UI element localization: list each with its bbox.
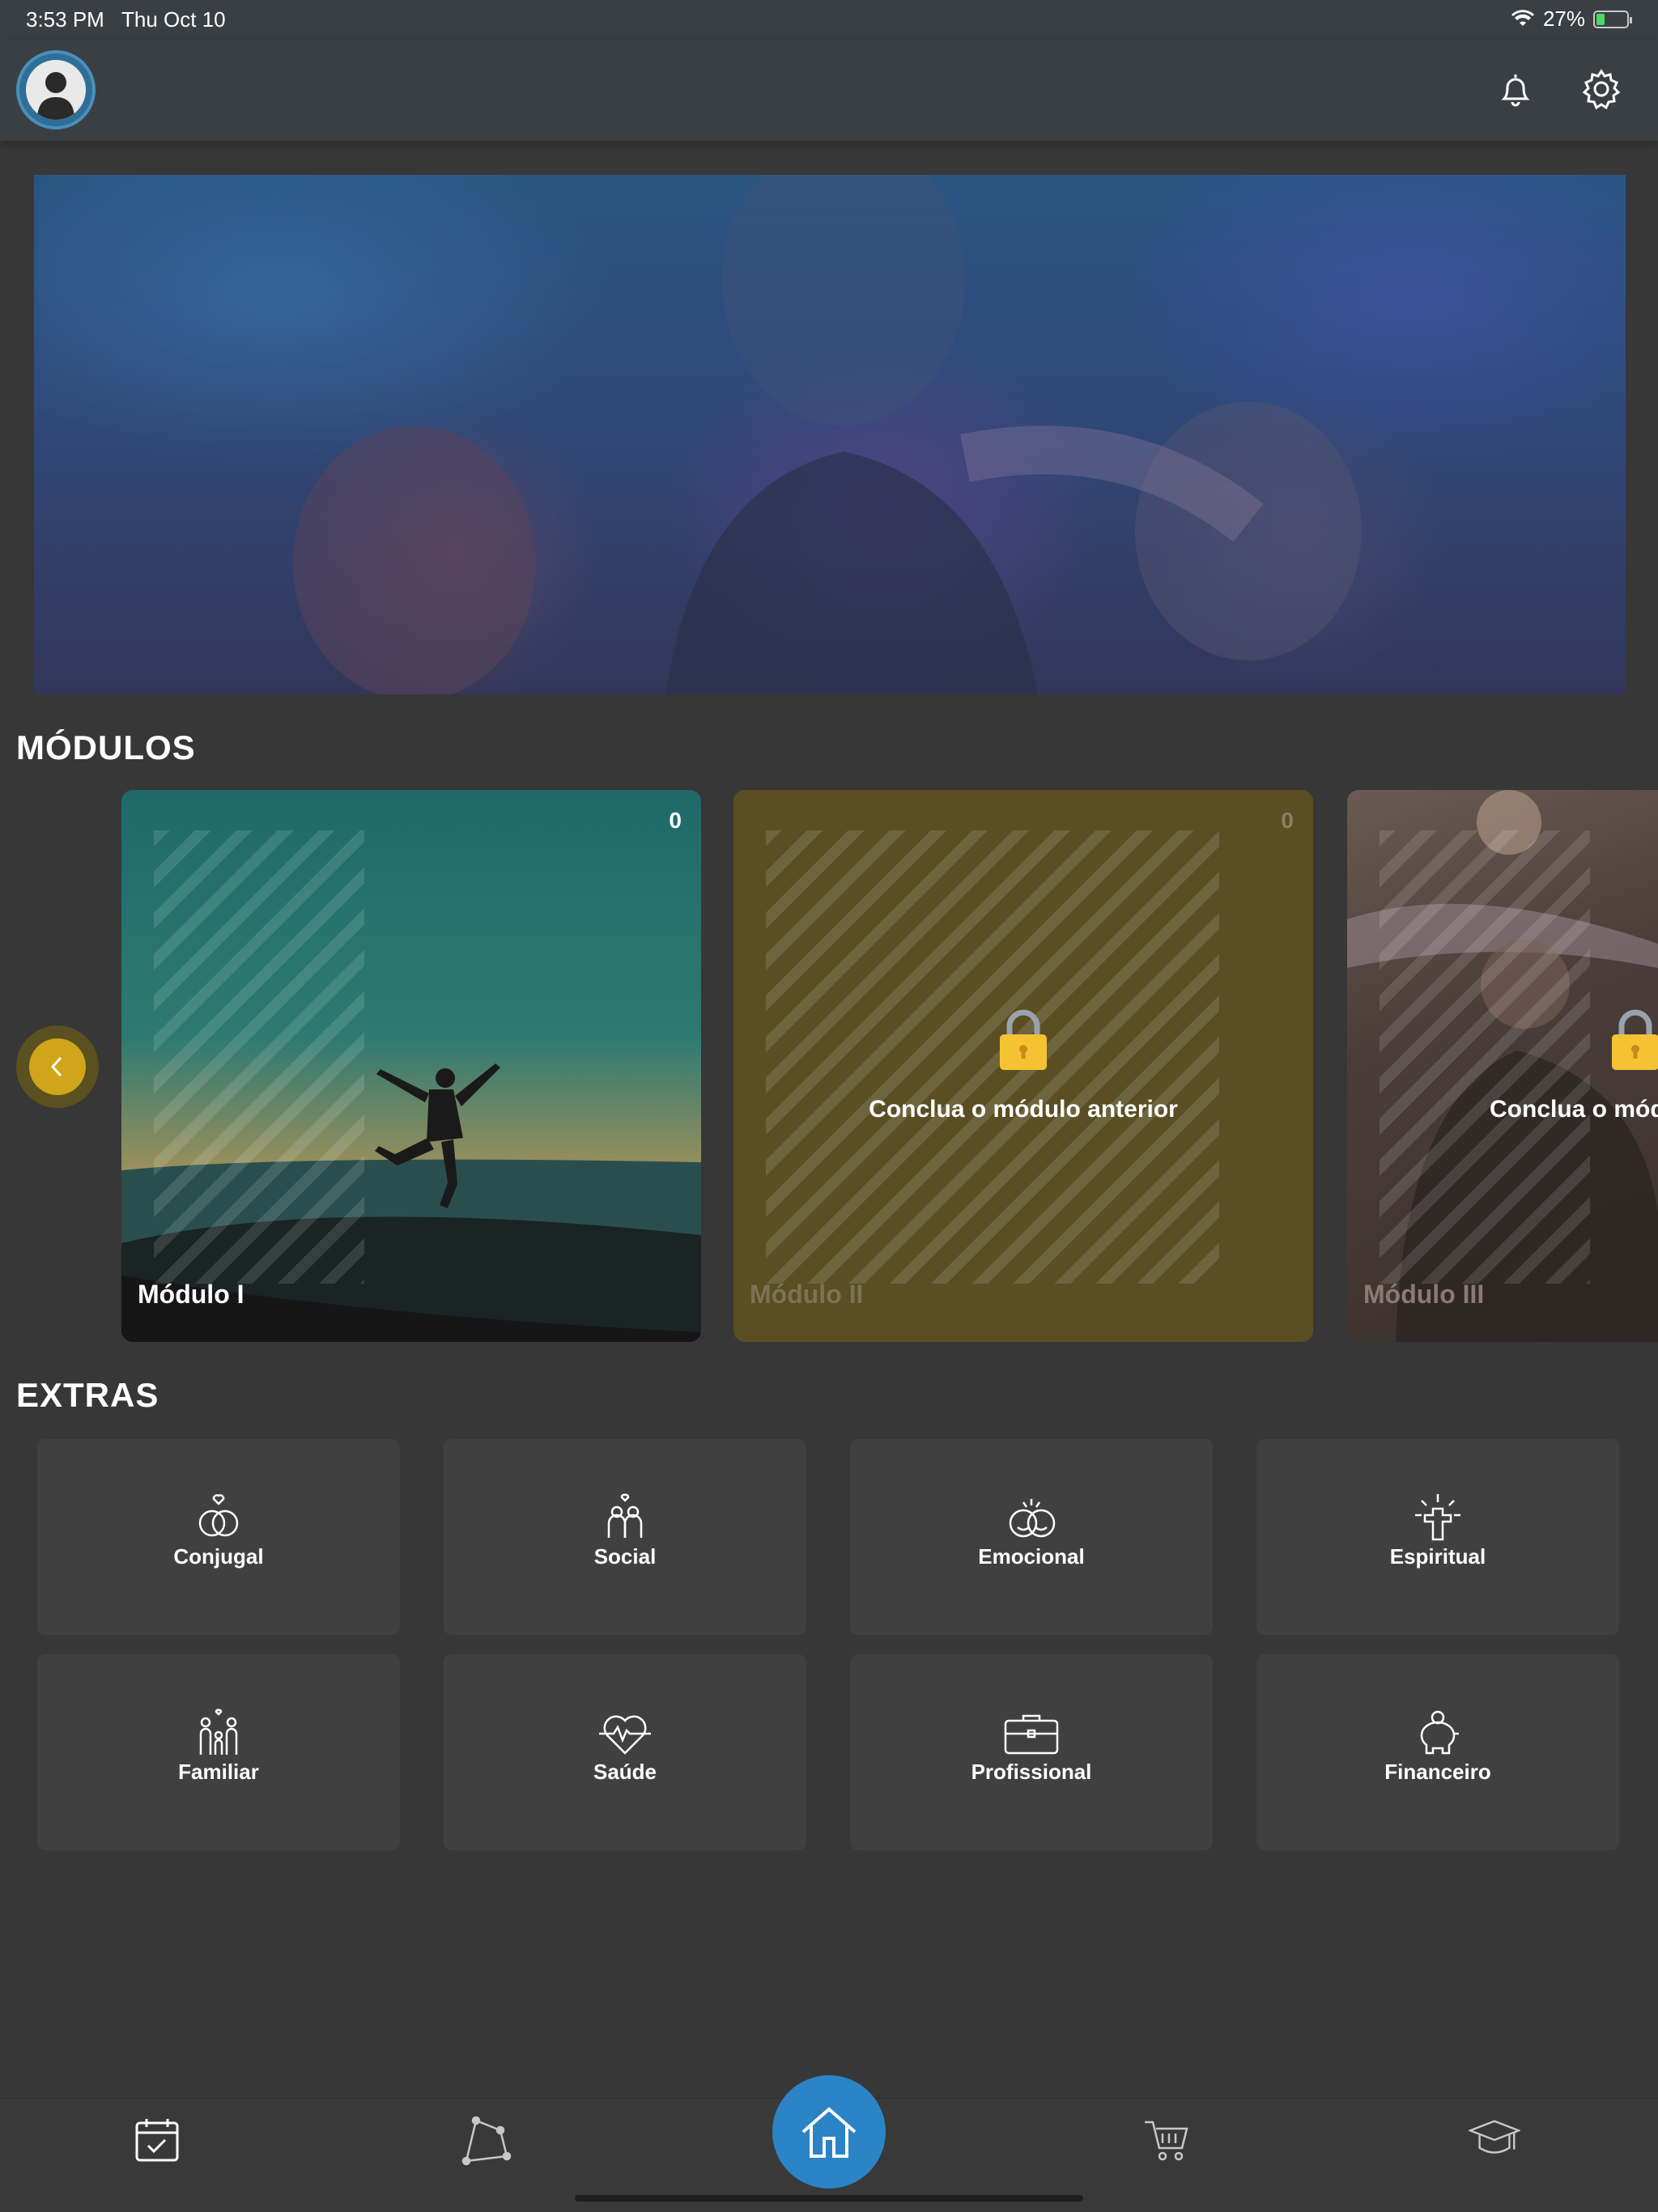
- home-icon: [801, 2107, 857, 2158]
- module-title: Módulo I: [138, 1280, 244, 1309]
- rings-icon: [198, 1494, 239, 1537]
- extra-tile-espiritual[interactable]: Espiritual: [1256, 1439, 1619, 1635]
- extra-tile-familiar[interactable]: Familiar: [37, 1654, 400, 1850]
- modules-title: MÓDULOS: [16, 728, 196, 766]
- extra-label: Familiar: [178, 1760, 259, 1784]
- battery-icon: [1593, 10, 1632, 28]
- extra-label: Conjugal: [173, 1544, 264, 1569]
- cart-icon[interactable]: [1140, 2114, 1192, 2166]
- gear-icon[interactable]: [1575, 63, 1627, 115]
- card-stripes: [766, 830, 1219, 1284]
- module-lock-message: Conclua o módulo anterior: [1490, 1096, 1658, 1123]
- extra-label: Profissional: [971, 1760, 1092, 1784]
- status-bar: 3:53 PM Thu Oct 10 27%: [0, 0, 1658, 39]
- extra-tile-financeiro[interactable]: Financeiro: [1256, 1654, 1619, 1850]
- piggy-bank-icon: [1420, 1710, 1459, 1755]
- module-card-3[interactable]: Conclua o módulo anterior Módulo III: [1347, 790, 1658, 1342]
- status-date: Thu Oct 10: [121, 7, 226, 32]
- hero-banner[interactable]: [34, 175, 1626, 694]
- lock-icon: [1612, 1009, 1658, 1070]
- extras-title: EXTRAS: [16, 1376, 159, 1414]
- extra-tile-emocional[interactable]: Emocional: [850, 1439, 1213, 1635]
- status-time: 3:53 PM: [26, 7, 104, 32]
- people-icon: [607, 1493, 643, 1538]
- extra-label: Espiritual: [1389, 1544, 1486, 1569]
- extra-label: Social: [593, 1544, 657, 1569]
- user-avatar-icon: [26, 60, 86, 120]
- banner-overlay: [34, 175, 1626, 694]
- battery-percent: 27%: [1542, 6, 1585, 31]
- network-icon[interactable]: [460, 2114, 512, 2166]
- extra-tile-profissional[interactable]: Profissional: [850, 1654, 1213, 1850]
- extra-tile-saude[interactable]: Saúde: [444, 1654, 806, 1850]
- card-stripes: [1380, 830, 1590, 1284]
- graduation-cap-icon[interactable]: [1469, 2114, 1520, 2166]
- module-card-1[interactable]: 0 Módulo I: [121, 790, 701, 1342]
- carousel-prev-button[interactable]: [16, 1025, 99, 1108]
- extra-tile-conjugal[interactable]: Conjugal: [37, 1439, 400, 1635]
- extra-label: Saúde: [593, 1760, 657, 1784]
- top-bar: [0, 39, 1658, 141]
- status-right: 27%: [1511, 6, 1632, 32]
- family-icon: [199, 1709, 238, 1755]
- lock-icon: [1000, 1009, 1047, 1070]
- module-lock-message: Conclua o módulo anterior: [869, 1096, 1178, 1123]
- heart-pulse-icon: [599, 1715, 651, 1755]
- cross-icon: [1415, 1494, 1460, 1541]
- module-count: 0: [1281, 808, 1294, 833]
- module-title: Módulo II: [750, 1280, 864, 1309]
- wifi-icon: [1511, 9, 1534, 26]
- faces-icon: [1009, 1499, 1056, 1538]
- module-title: Módulo III: [1363, 1280, 1485, 1309]
- home-button[interactable]: [772, 2075, 886, 2189]
- card-stripes: [154, 830, 364, 1284]
- bell-icon[interactable]: [1490, 63, 1541, 115]
- avatar[interactable]: [16, 50, 96, 129]
- chevron-left-icon: [29, 1038, 86, 1095]
- briefcase-icon: [1004, 1714, 1059, 1755]
- home-indicator: [575, 2195, 1083, 2201]
- extra-tile-social[interactable]: Social: [444, 1439, 806, 1635]
- module-card-2[interactable]: 0 Conclua o módulo anterior Módulo II: [733, 790, 1313, 1342]
- extra-label: Financeiro: [1384, 1760, 1491, 1784]
- calendar-icon[interactable]: [131, 2114, 183, 2166]
- battery-level: [1596, 13, 1605, 25]
- extra-label: Emocional: [978, 1544, 1085, 1569]
- module-count: 0: [669, 808, 682, 833]
